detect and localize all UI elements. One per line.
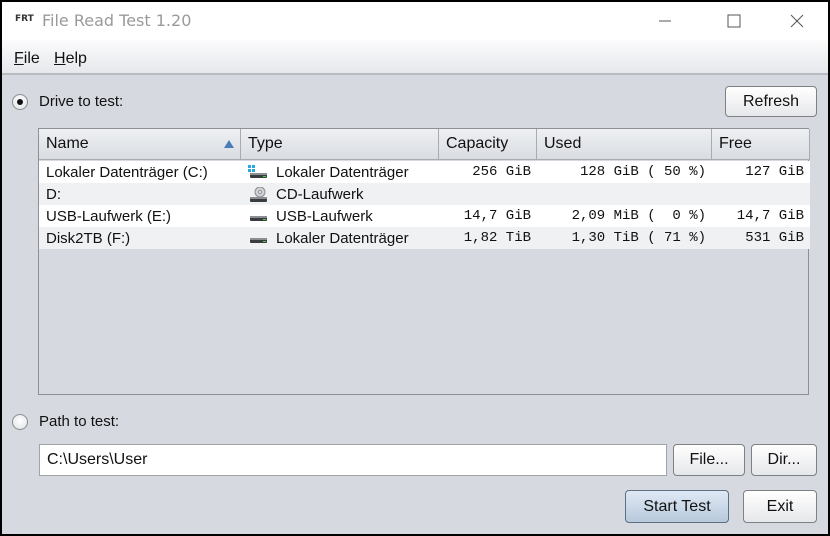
hard-drive-icon (248, 231, 268, 245)
cell-free: 14,7 GiB (736, 208, 804, 224)
cell-name: D: (46, 185, 61, 203)
cell-capacity (439, 183, 537, 205)
column-header-used-label: Used (544, 135, 582, 152)
drive-radio[interactable] (12, 94, 28, 110)
start-test-button[interactable]: Start Test (625, 490, 729, 523)
exit-button[interactable]: Exit (743, 490, 817, 523)
drive-table: Name Type Capacity Used Free Lokaler Dat… (38, 128, 810, 395)
usb-drive-icon (248, 209, 268, 223)
column-header-name-label: Name (46, 135, 89, 152)
cell-free: 531 GiB (745, 230, 804, 246)
maximize-icon (727, 14, 741, 28)
menu-file-rest: ile (23, 50, 40, 67)
radio-selected-dot (17, 99, 23, 105)
column-header-name[interactable]: Name (39, 129, 241, 159)
minimize-icon (659, 20, 671, 22)
cell-type-label: Lokaler Datenträger (276, 229, 409, 247)
cell-type: USB-Laufwerk (241, 205, 439, 227)
cell-used: 2,09 MiB ( 0 %) (571, 208, 706, 224)
table-header: Name Type Capacity Used Free (39, 129, 810, 160)
file-browse-button[interactable]: File... (673, 444, 745, 476)
menu-help-mnemonic: H (54, 50, 66, 67)
menu-file-mnemonic: F (14, 50, 24, 67)
cell-capacity: 256 GiB (472, 164, 531, 180)
cell-name: Lokaler Datenträger (C:) (46, 163, 208, 181)
window-title: File Read Test 1.20 (42, 11, 192, 30)
column-header-free-label: Free (719, 135, 752, 152)
table-row[interactable]: USB-Laufwerk (E:) USB-Laufwerk 14,7 GiB … (39, 205, 810, 227)
cell-used: 128 GiB ( 50 %) (579, 164, 706, 180)
cell-name: USB-Laufwerk (E:) (46, 207, 172, 225)
app-logo-icon: FRT (15, 14, 34, 24)
cell-capacity: 1,82 TiB (463, 230, 531, 246)
menu-help[interactable]: Help (54, 50, 87, 68)
menu-file[interactable]: File (14, 50, 40, 68)
column-header-capacity-label: Capacity (446, 135, 509, 152)
path-radio[interactable] (12, 414, 28, 430)
column-header-type-label: Type (248, 135, 283, 152)
cell-used: 1,30 TiB ( 71 %) (571, 230, 706, 246)
column-header-type[interactable]: Type (241, 129, 439, 159)
column-header-used[interactable]: Used (537, 129, 712, 159)
column-header-free[interactable]: Free (712, 129, 810, 159)
table-row[interactable]: D: CD-Laufwerk (39, 183, 810, 205)
table-row[interactable]: Lokaler Datenträger (C:) Lokaler Datentr… (39, 161, 810, 183)
dir-browse-button[interactable]: Dir... (751, 444, 817, 476)
maximize-button[interactable] (711, 2, 757, 40)
menu-bar: File Help (2, 40, 828, 75)
refresh-button[interactable]: Refresh (725, 86, 817, 117)
title-bar: FRT File Read Test 1.20 (2, 2, 828, 40)
column-header-capacity[interactable]: Capacity (439, 129, 537, 159)
path-input[interactable] (39, 444, 667, 476)
cell-capacity: 14,7 GiB (463, 208, 531, 224)
cd-drive-icon (248, 186, 268, 202)
cell-free: 127 GiB (745, 164, 804, 180)
cell-free (712, 183, 810, 205)
cell-name: Disk2TB (F:) (46, 229, 131, 247)
cell-type: Lokaler Datenträger (241, 227, 439, 249)
cell-type: Lokaler Datenträger (241, 161, 439, 183)
cell-used (537, 183, 712, 205)
minimize-button[interactable] (642, 2, 688, 40)
cell-type-label: USB-Laufwerk (276, 207, 373, 225)
drive-radio-label: Drive to test: (39, 93, 124, 110)
table-row[interactable]: Disk2TB (F:) Lokaler Datenträger 1,82 Ti… (39, 227, 810, 249)
close-icon (790, 14, 804, 28)
cell-type: CD-Laufwerk (241, 183, 439, 205)
menu-help-rest: elp (65, 50, 87, 67)
sort-ascending-icon (224, 140, 234, 148)
app-window: FRT File Read Test 1.20 File Help Drive … (2, 2, 828, 534)
path-radio-label: Path to test: (39, 413, 120, 430)
cell-type-label: Lokaler Datenträger (276, 163, 409, 181)
windows-drive-icon (248, 165, 268, 179)
cell-type-label: CD-Laufwerk (276, 185, 364, 203)
close-button[interactable] (774, 2, 820, 40)
